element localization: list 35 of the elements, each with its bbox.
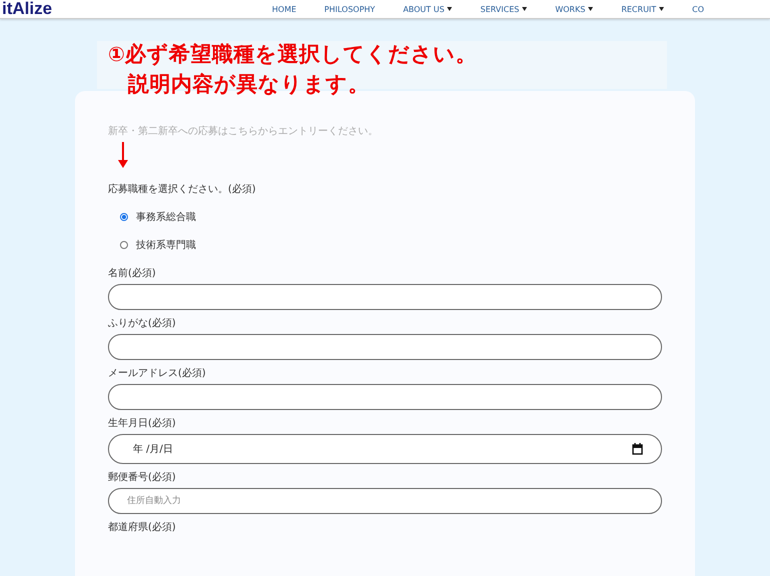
nav-link[interactable]: HOME [272, 4, 296, 14]
caret-icon[interactable] [522, 7, 528, 11]
field-label: 生年月日(必須) [108, 416, 177, 430]
nav-link[interactable]: ABOUT US [403, 4, 444, 14]
input-field[interactable] [108, 384, 662, 410]
radio-button[interactable] [120, 240, 128, 248]
nav-link[interactable]: RECRUIT [621, 4, 656, 14]
nav-link[interactable]: CO [692, 4, 704, 14]
field-label: ふりがな(必須) [108, 316, 177, 330]
radio-label[interactable]: 技術系専門職 [136, 238, 196, 252]
field-label: 都道府県(必須) [108, 520, 177, 534]
date-value: 年 /月/日 [133, 443, 173, 456]
annotation-number: ① [108, 41, 125, 68]
field-label: 郵便番号(必須) [108, 470, 177, 484]
input-field[interactable] [108, 334, 662, 360]
nav-link[interactable]: PHILOSOPHY [324, 4, 376, 14]
radio-button[interactable] [120, 212, 128, 220]
calendar-icon[interactable] [632, 443, 643, 455]
nav-link[interactable]: SERVICES [480, 4, 520, 14]
input-field[interactable]: 住所自動入力 [108, 488, 662, 514]
date-field[interactable]: 年 /月/日 [108, 434, 662, 464]
field-label: 応募職種を選択ください。(必須) [108, 182, 257, 196]
intro-text: 新卒・第二新卒への応募はこちらからエントリーください。 [108, 124, 379, 138]
field-label: メールアドレス(必須) [108, 366, 207, 380]
down-arrow-icon [118, 142, 128, 168]
annotation-text: 必ず希望職種を選択してください。 [124, 41, 477, 68]
input-field[interactable] [108, 284, 662, 310]
caret-icon[interactable] [588, 7, 594, 11]
nav-link[interactable]: WORKS [555, 4, 586, 14]
radio-label[interactable]: 事務系総合職 [136, 210, 196, 224]
caret-icon[interactable] [659, 7, 664, 11]
field-label: 名前(必須) [108, 266, 157, 280]
caret-icon[interactable] [447, 7, 452, 11]
annotation-text: 説明内容が異なります。 [128, 71, 370, 98]
logo[interactable]: itAlize [0, 0, 272, 18]
